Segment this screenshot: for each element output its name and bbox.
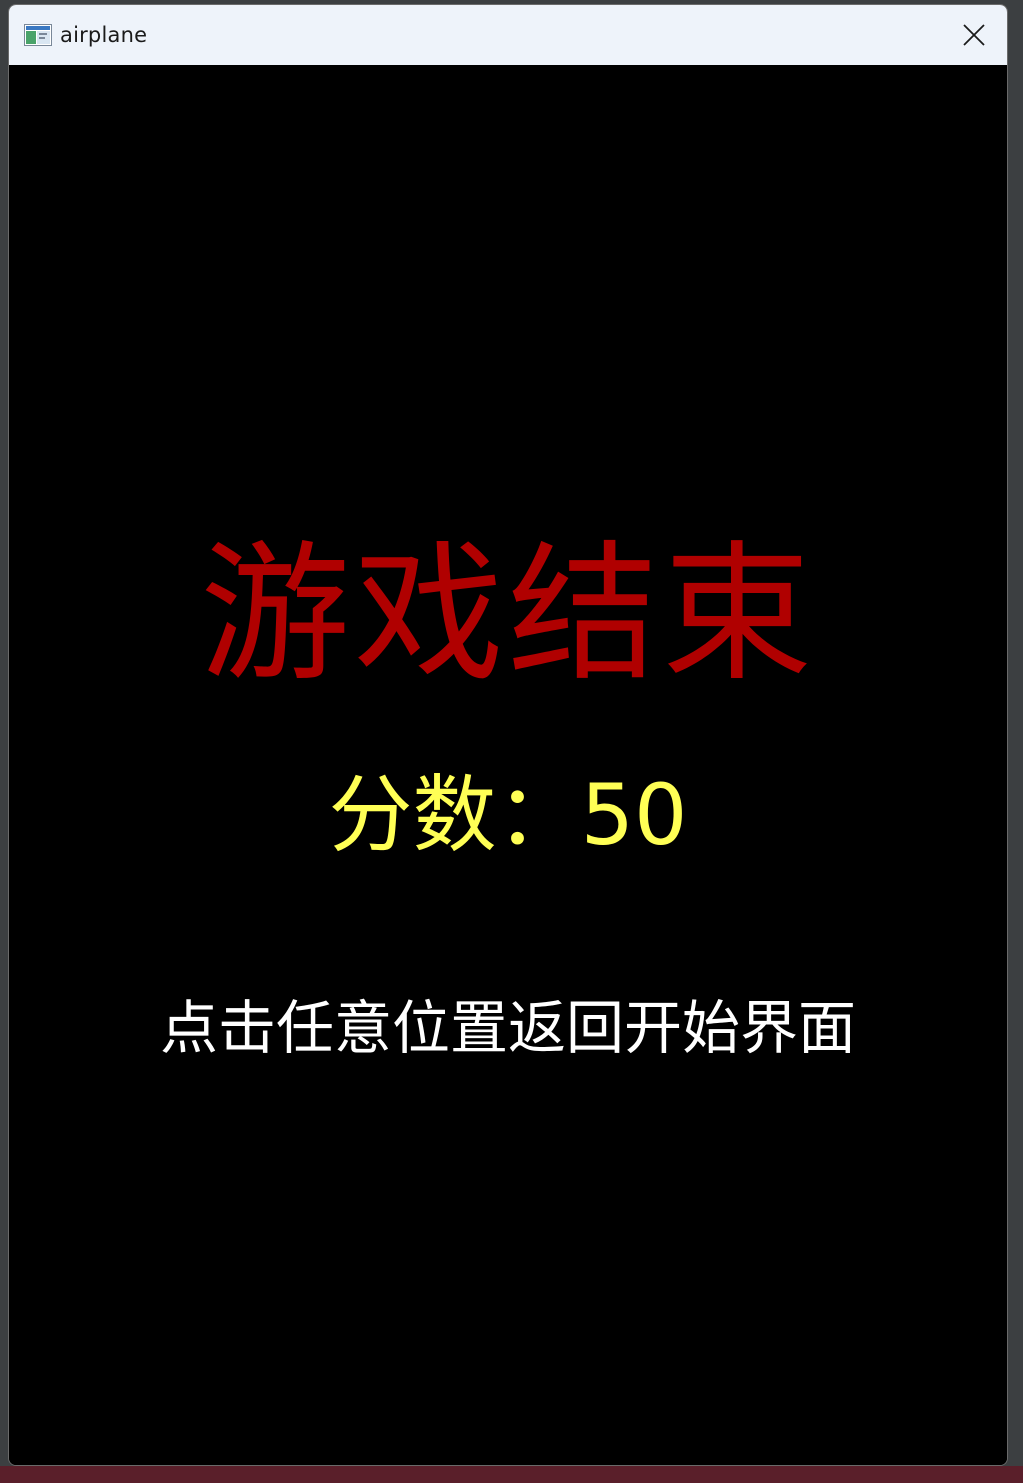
score-label: 分数： — [328, 766, 581, 864]
taskbar-strip — [0, 1466, 1023, 1483]
score-display: 分数：50 — [9, 765, 1007, 865]
game-over-title: 游戏结束 — [199, 528, 816, 702]
window-title: airplane — [60, 23, 148, 47]
close-button[interactable] — [941, 5, 1007, 65]
window-titlebar[interactable]: airplane — [9, 5, 1007, 65]
window-app-icon — [24, 24, 52, 46]
game-window: airplane 游戏结束 分数：50 点击任意位置返回开始界面 — [8, 4, 1008, 1466]
close-icon — [963, 24, 985, 46]
game-canvas[interactable]: 游戏结束 分数：50 点击任意位置返回开始界面 — [9, 65, 1007, 1465]
score-value: 50 — [580, 766, 688, 864]
return-hint: 点击任意位置返回开始界面 — [159, 994, 856, 1062]
